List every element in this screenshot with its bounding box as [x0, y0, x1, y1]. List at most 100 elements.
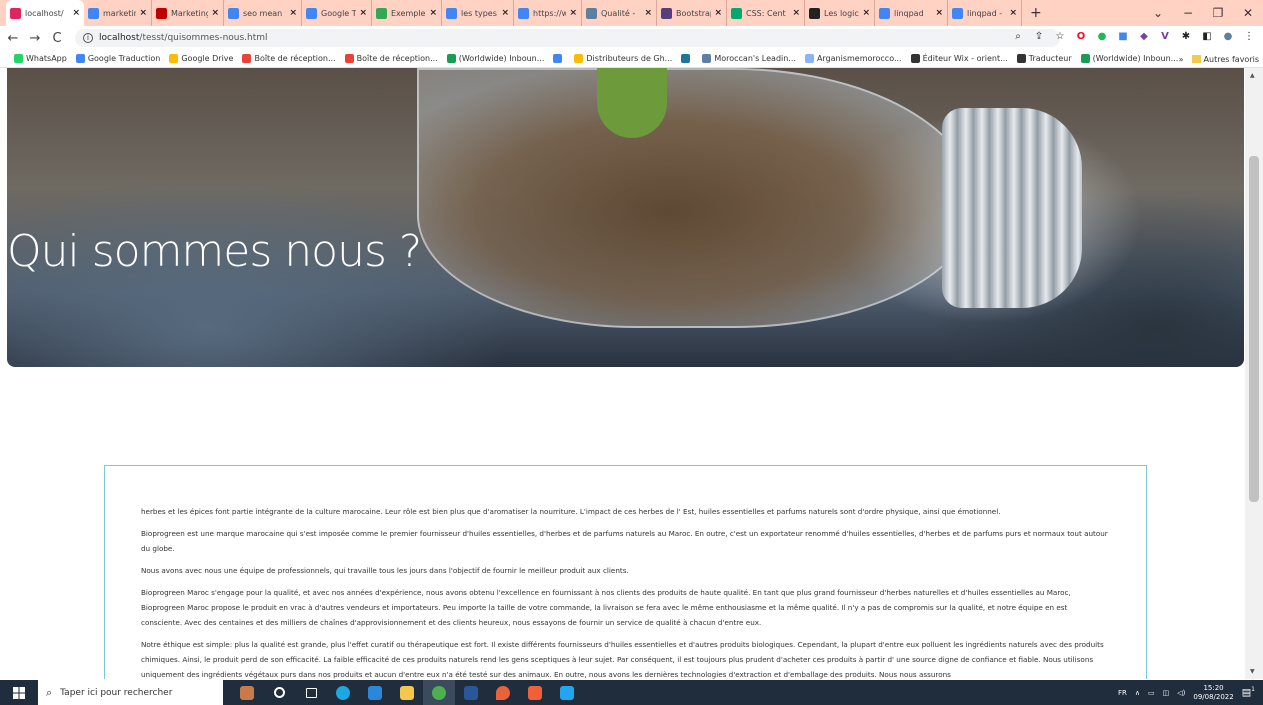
- bookmark-item[interactable]: Moroccan's Leadin...: [702, 54, 796, 63]
- bookmark-item[interactable]: Distributeurs de Gh...: [574, 54, 672, 63]
- edge-icon[interactable]: [327, 680, 359, 705]
- tab-close-icon[interactable]: ×: [714, 8, 722, 18]
- xampp-icon[interactable]: [519, 680, 551, 705]
- puzzle-icon[interactable]: ✱: [1180, 30, 1192, 42]
- zoom-icon[interactable]: ⌕: [1012, 30, 1024, 42]
- tab-close-icon[interactable]: ×: [862, 8, 870, 18]
- vscode-icon[interactable]: [551, 680, 583, 705]
- tab-close-icon[interactable]: ×: [72, 8, 80, 18]
- scroll-up-icon[interactable]: ▲: [1250, 72, 1255, 79]
- bookmarks-more-button[interactable]: »: [1179, 55, 1184, 64]
- taskbar-search[interactable]: ⌕ Taper ici pour rechercher: [38, 680, 223, 705]
- sidebar-icon[interactable]: ◧: [1201, 30, 1213, 42]
- tab-title: linqpad -: [967, 8, 1003, 18]
- chevron-down-icon[interactable]: ⌄: [1143, 6, 1173, 20]
- tab-2[interactable]: marketing×: [84, 0, 152, 26]
- tab-8[interactable]: https://w ×: [514, 0, 582, 26]
- back-icon[interactable]: ←: [4, 31, 22, 46]
- task-view-icon[interactable]: [295, 680, 327, 705]
- volume-icon[interactable]: ◁): [1177, 689, 1185, 697]
- page-viewport: Qui sommes nous ? herbes et les épices f…: [0, 68, 1245, 679]
- network-icon[interactable]: ◫: [1163, 689, 1170, 697]
- drop-app-icon[interactable]: [487, 680, 519, 705]
- extension-green-icon[interactable]: ●: [1096, 30, 1108, 42]
- new-tab-button[interactable]: +: [1030, 5, 1042, 21]
- close-window-icon[interactable]: ✕: [1233, 6, 1263, 20]
- bookmark-label: Moroccan's Leadin...: [714, 54, 796, 63]
- tab-close-icon[interactable]: ×: [792, 8, 800, 18]
- bookmark-item[interactable]: Boîte de réception...: [242, 54, 336, 63]
- scroll-down-icon[interactable]: ▼: [1250, 668, 1255, 675]
- tab-6[interactable]: Exemple ×: [372, 0, 442, 26]
- opera-icon[interactable]: O: [1075, 30, 1087, 42]
- hero-banner: Qui sommes nous ?: [7, 68, 1244, 367]
- windows-start-icon[interactable]: [0, 680, 38, 705]
- tab-10[interactable]: Bootstrap ×: [657, 0, 727, 26]
- bookmark-item[interactable]: Boîte de réception...: [344, 54, 438, 63]
- battery-icon[interactable]: ▭: [1148, 689, 1155, 697]
- extension-v-icon[interactable]: V: [1159, 30, 1171, 42]
- tab-close-icon[interactable]: ×: [139, 8, 147, 18]
- calendar-app-icon[interactable]: [359, 680, 391, 705]
- tab-close-icon[interactable]: ×: [429, 8, 437, 18]
- info-icon[interactable]: i: [83, 33, 93, 43]
- tab-title: les types: [461, 8, 497, 18]
- news-widget-icon[interactable]: [231, 680, 263, 705]
- tab-close-icon[interactable]: ×: [289, 8, 297, 18]
- bookmark-item[interactable]: Google Traduction: [75, 54, 160, 63]
- distributeurs-icon: [574, 54, 584, 63]
- clock-time: 15:20: [1203, 683, 1224, 692]
- tab-3[interactable]: Marketing ×: [152, 0, 224, 26]
- tab-1[interactable]: localhost/ ×: [6, 0, 84, 26]
- bookmark-item[interactable]: WhatsApp: [14, 54, 67, 63]
- tab-4[interactable]: seo mean ×: [224, 0, 302, 26]
- reload-icon[interactable]: C: [48, 31, 66, 46]
- tab-13[interactable]: linqpad ×: [875, 0, 948, 26]
- bookmark-item[interactable]: [681, 54, 693, 63]
- tab-close-icon[interactable]: ×: [1009, 8, 1017, 18]
- tab-close-icon[interactable]: ×: [359, 8, 367, 18]
- scrollbar-thumb[interactable]: [1249, 156, 1259, 502]
- bookmark-item[interactable]: Google Drive: [169, 54, 233, 63]
- file-explorer-icon[interactable]: [391, 680, 423, 705]
- tab-close-icon[interactable]: ×: [211, 8, 219, 18]
- gmail-icon: [344, 54, 354, 63]
- bookmark-star-icon[interactable]: ☆: [1054, 30, 1066, 42]
- tab-7[interactable]: les types ×: [442, 0, 514, 26]
- extension-translate-icon[interactable]: ■: [1117, 30, 1129, 42]
- tab-close-icon[interactable]: ×: [935, 8, 943, 18]
- bookmark-item[interactable]: (Worldwide) Inboun...: [1080, 54, 1178, 63]
- menu-icon[interactable]: ⋮: [1243, 30, 1255, 42]
- bookmark-item[interactable]: Éditeur Wix - orient...: [910, 54, 1008, 63]
- chrome-icon[interactable]: [423, 680, 455, 705]
- other-bookmarks-folder[interactable]: Autres favoris: [1204, 55, 1259, 64]
- profile-icon[interactable]: ●: [1222, 30, 1234, 42]
- minimize-icon[interactable]: −: [1173, 6, 1203, 20]
- address-bar[interactable]: i localhost/tesst/quisommes-nous.html: [75, 29, 1060, 47]
- clock[interactable]: 15:20 09/08/2022: [1193, 684, 1233, 702]
- tab-11[interactable]: CSS: Cent ×: [727, 0, 805, 26]
- chevron-up-icon[interactable]: ∧: [1135, 689, 1140, 697]
- bookmark-item[interactable]: [553, 54, 565, 63]
- tab-12[interactable]: Les logici ×: [805, 0, 875, 26]
- tab-title: localhost/: [25, 8, 64, 18]
- tab-5[interactable]: Google Tr ×: [302, 0, 372, 26]
- tab-9[interactable]: Qualité - ×: [582, 0, 657, 26]
- cortana-icon[interactable]: [263, 680, 295, 705]
- tab-close-icon[interactable]: ×: [569, 8, 577, 18]
- tab-close-icon[interactable]: ×: [501, 8, 509, 18]
- bookmark-item[interactable]: Arganismemorocco...: [804, 54, 902, 63]
- notification-icon[interactable]: ▤1: [1242, 686, 1255, 698]
- share-icon[interactable]: ⇪: [1033, 30, 1045, 42]
- restore-icon[interactable]: ❐: [1203, 6, 1233, 20]
- word-icon[interactable]: [455, 680, 487, 705]
- forward-icon[interactable]: →: [26, 31, 44, 46]
- language-indicator[interactable]: FR: [1118, 689, 1127, 697]
- tab-close-icon[interactable]: ×: [644, 8, 652, 18]
- bookmark-item[interactable]: Traducteur: [1016, 54, 1072, 63]
- bookmark-item[interactable]: (Worldwide) Inboun...: [446, 54, 544, 63]
- tab-14[interactable]: linqpad - ×: [948, 0, 1022, 26]
- tab-title: https://w: [533, 8, 567, 18]
- scrollbar[interactable]: ▲ ▼: [1245, 68, 1263, 679]
- extension-purple-icon[interactable]: ◆: [1138, 30, 1150, 42]
